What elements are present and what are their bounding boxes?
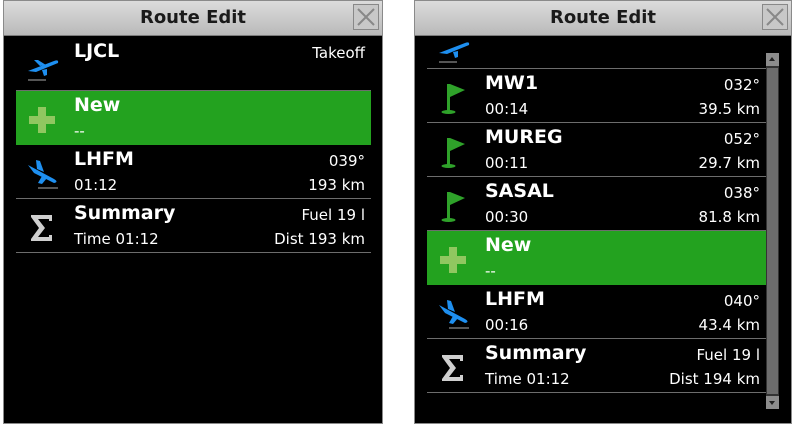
row-distance: 43.4 km — [698, 316, 760, 334]
route-row-landing[interactable]: LHFM 01:12 039° 193 km — [16, 145, 371, 199]
scroll-down-button[interactable] — [766, 396, 779, 409]
vertical-scrollbar[interactable] — [766, 53, 779, 409]
row-name: MW1 — [485, 72, 539, 94]
route-row-waypoint[interactable]: MW1 00:14 032° 39.5 km — [427, 69, 766, 123]
route-edit-window-right: Route Edit MW1 00:14 032° 39.5 km MUREG … — [414, 0, 792, 424]
row-heading: 040° — [723, 292, 760, 310]
row-distance: Dist 194 km — [669, 370, 760, 388]
close-icon — [766, 8, 784, 26]
row-name: LHFM — [74, 148, 134, 170]
row-distance: 39.5 km — [698, 100, 760, 118]
row-name: Summary — [74, 202, 176, 224]
route-row-summary[interactable]: Summary Time 01:12 Fuel 19 l Dist 194 km — [427, 339, 766, 393]
route-row-takeoff-partial[interactable] — [427, 37, 766, 69]
row-name: MUREG — [485, 126, 563, 148]
route-row-waypoint[interactable]: SASAL 00:30 038° 81.8 km — [427, 177, 766, 231]
row-time: Time 01:12 — [485, 370, 570, 388]
row-fuel: Fuel 19 l — [696, 346, 760, 364]
row-heading: 032° — [723, 76, 760, 94]
route-row-new[interactable]: New -- — [16, 91, 371, 145]
route-row-takeoff[interactable]: LJCL Takeoff — [16, 37, 371, 91]
row-name: Summary — [485, 342, 587, 364]
row-time: 00:16 — [485, 316, 529, 334]
row-time: 00:30 — [485, 208, 529, 226]
row-time: 00:11 — [485, 154, 529, 172]
plus-icon — [440, 247, 466, 273]
window-title: Route Edit — [139, 7, 247, 28]
route-row-waypoint[interactable]: MUREG 00:11 052° 29.7 km — [427, 123, 766, 177]
row-time: -- — [74, 122, 85, 140]
route-row-new[interactable]: New -- — [427, 231, 766, 285]
row-name: SASAL — [485, 180, 554, 202]
route-list: LJCL Takeoff New -- LHFM 01:12 039° 193 … — [16, 37, 371, 253]
row-heading: 038° — [723, 184, 760, 202]
close-button[interactable] — [353, 4, 379, 30]
flag-icon — [441, 138, 465, 168]
row-time: 00:14 — [485, 100, 529, 118]
landing-icon — [28, 160, 58, 189]
row-name: New — [74, 94, 121, 116]
row-heading: Takeoff — [312, 44, 365, 62]
scroll-up-button[interactable] — [766, 53, 779, 66]
row-distance: 193 km — [308, 176, 365, 194]
row-heading: 039° — [328, 152, 365, 170]
row-distance: 81.8 km — [698, 208, 760, 226]
sigma-icon — [31, 215, 52, 241]
route-edit-window-left: Route Edit LJCL Takeoff New -- LHFM 01:1… — [3, 0, 383, 424]
row-heading: 052° — [723, 130, 760, 148]
flag-icon — [441, 84, 465, 114]
row-name: LHFM — [485, 288, 545, 310]
row-distance: Dist 193 km — [274, 230, 365, 248]
close-icon — [357, 8, 375, 26]
close-button[interactable] — [762, 4, 788, 30]
row-name: LJCL — [74, 40, 120, 62]
row-time: Time 01:12 — [74, 230, 159, 248]
sigma-icon — [442, 355, 463, 381]
title-bar: Route Edit — [4, 1, 382, 36]
plus-icon — [29, 107, 55, 133]
scroll-thumb[interactable] — [767, 68, 778, 394]
landing-icon — [439, 300, 469, 329]
row-fuel: Fuel 19 l — [301, 206, 365, 224]
row-time: 01:12 — [74, 176, 118, 194]
title-bar: Route Edit — [415, 1, 791, 36]
route-row-summary[interactable]: Summary Time 01:12 Fuel 19 l Dist 193 km — [16, 199, 371, 253]
row-name: New — [485, 234, 532, 256]
row-distance: 29.7 km — [698, 154, 760, 172]
route-row-landing[interactable]: LHFM 00:16 040° 43.4 km — [427, 285, 766, 339]
takeoff-icon — [439, 42, 470, 63]
row-time: -- — [485, 262, 496, 280]
route-list: MW1 00:14 032° 39.5 km MUREG 00:11 052° … — [427, 37, 766, 393]
window-title: Route Edit — [549, 7, 657, 28]
flag-icon — [441, 192, 465, 222]
takeoff-icon — [28, 60, 59, 81]
